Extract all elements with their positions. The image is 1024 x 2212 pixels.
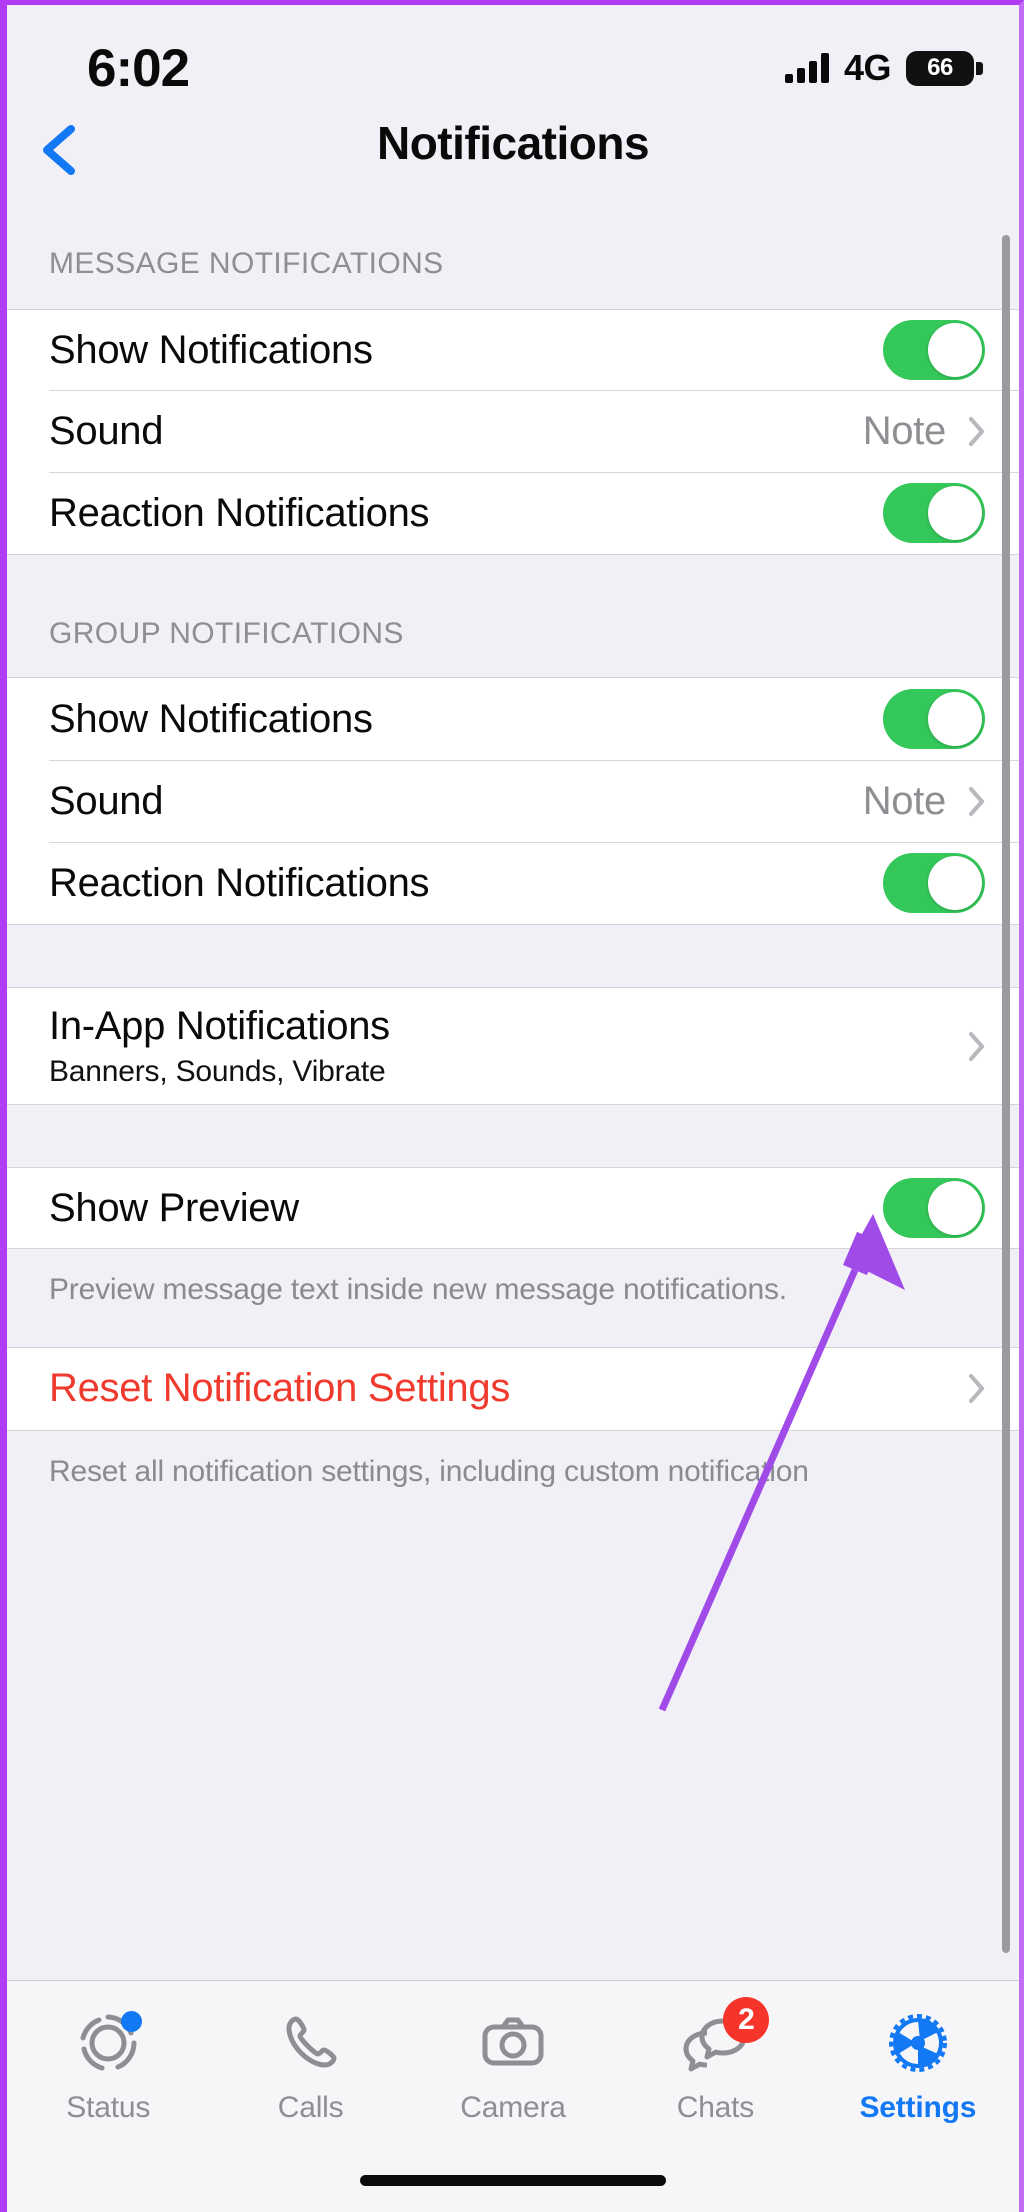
gear-icon xyxy=(882,2007,954,2079)
chevron-right-icon xyxy=(969,416,984,446)
camera-icon xyxy=(477,2007,549,2079)
chevron-right-icon xyxy=(969,786,984,816)
tab-label: Chats xyxy=(676,2091,755,2124)
row-show-preview[interactable]: Show Preview xyxy=(7,1168,1019,1248)
section-gap xyxy=(7,281,1019,309)
tab-label: Calls xyxy=(277,2091,344,2124)
tab-bar: Status Calls Camera 2 Chats Settings xyxy=(7,1980,1019,2212)
battery-level-label: 66 xyxy=(927,54,953,81)
signal-bars-icon xyxy=(784,53,829,83)
status-time: 6:02 xyxy=(87,39,190,98)
phone-icon xyxy=(275,2007,347,2079)
row-reaction-notifications-message[interactable]: Reaction Notifications xyxy=(7,472,1019,554)
toggle-show-notifications-message[interactable] xyxy=(883,320,985,380)
status-bar: 6:02 4G 66 xyxy=(7,5,1019,121)
toggle-reaction-notifications-message[interactable] xyxy=(883,483,985,543)
status-ring-icon xyxy=(72,2007,144,2079)
row-reset-notification-settings[interactable]: Reset Notification Settings xyxy=(7,1347,1019,1430)
toggle-show-notifications-group[interactable] xyxy=(883,689,985,749)
message-notifications-card: Show Notifications Sound Note Reaction N… xyxy=(7,309,1019,555)
row-sound-message[interactable]: Sound Note xyxy=(7,390,1019,472)
section-gap xyxy=(7,651,1019,677)
section-gap xyxy=(7,183,1019,231)
row-value-sound-group: Note xyxy=(862,778,947,823)
row-label: Show Notifications xyxy=(49,696,373,741)
row-label: Show Preview xyxy=(49,1185,299,1230)
group-notifications-card: Show Notifications Sound Note Reaction N… xyxy=(7,677,1019,925)
vertical-scrollbar[interactable] xyxy=(1002,235,1010,1953)
row-value-sound-message: Note xyxy=(862,408,947,453)
section-header-group: GROUP NOTIFICATIONS xyxy=(7,601,1019,651)
navigation-bar: Notifications xyxy=(7,117,1019,183)
row-label: Reaction Notifications xyxy=(49,860,430,905)
toggle-show-preview[interactable] xyxy=(883,1178,985,1238)
row-in-app-notifications[interactable]: In-App Notifications Banners, Sounds, Vi… xyxy=(7,988,1019,1104)
home-indicator xyxy=(360,2175,666,2186)
chat-bubbles-icon: 2 xyxy=(679,1997,770,2079)
chats-badge-count: 2 xyxy=(723,1997,770,2043)
section-gap xyxy=(7,1105,1019,1167)
toggle-reaction-notifications-group[interactable] xyxy=(883,853,985,913)
status-indicators: 4G 66 xyxy=(784,47,983,89)
reset-notification-settings-card: Reset Notification Settings xyxy=(7,1346,1019,1431)
network-type-label: 4G xyxy=(843,47,892,88)
row-label: Reaction Notifications xyxy=(49,490,430,535)
footnote-reset: Reset all notification settings, includi… xyxy=(7,1430,1019,1490)
section-header-message: MESSAGE NOTIFICATIONS xyxy=(7,231,1019,281)
battery-icon: 66 xyxy=(906,50,983,86)
row-label: Sound xyxy=(49,778,164,823)
phone-screen: 6:02 4G 66 Notifications MESSAGE NOTIFIC… xyxy=(0,0,1024,2212)
tab-label: Status xyxy=(66,2091,151,2124)
section-gap xyxy=(7,1308,1019,1347)
chevron-right-icon xyxy=(969,1374,984,1403)
chevron-right-icon xyxy=(969,1031,984,1061)
row-label: Show Notifications xyxy=(49,327,373,372)
row-label: Reset Notification Settings xyxy=(49,1366,511,1410)
row-sound-group[interactable]: Sound Note xyxy=(7,760,1019,842)
tab-label: Camera xyxy=(460,2091,566,2124)
section-gap xyxy=(7,555,1019,601)
tab-settings[interactable]: Settings xyxy=(817,1981,1019,2212)
row-show-notifications-group[interactable]: Show Notifications xyxy=(7,678,1019,760)
footnote-show-preview: Preview message text inside new message … xyxy=(7,1249,1019,1309)
row-sublabel: Banners, Sounds, Vibrate xyxy=(49,1054,386,1088)
tab-status[interactable]: Status xyxy=(7,1981,209,2212)
page-title: Notifications xyxy=(376,117,650,169)
row-reaction-notifications-group[interactable]: Reaction Notifications xyxy=(7,842,1019,924)
settings-scroll-area[interactable]: MESSAGE NOTIFICATIONS Show Notifications… xyxy=(7,183,1019,1985)
row-label: Sound xyxy=(49,408,164,453)
tab-label: Settings xyxy=(859,2091,977,2124)
section-gap xyxy=(7,925,1019,987)
row-show-notifications-message[interactable]: Show Notifications xyxy=(7,310,1019,390)
show-preview-card: Show Preview xyxy=(7,1167,1019,1249)
in-app-notifications-card: In-App Notifications Banners, Sounds, Vi… xyxy=(7,987,1019,1105)
row-label: In-App Notifications xyxy=(49,1003,390,1048)
